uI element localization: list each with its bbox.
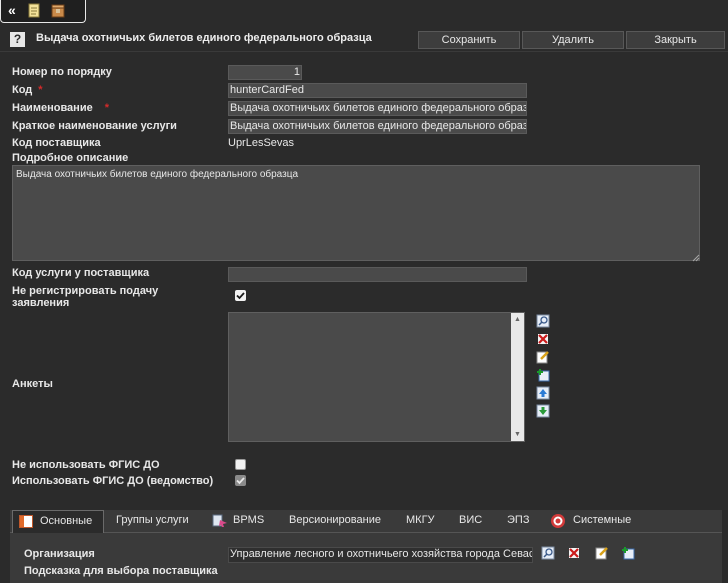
scroll-down-icon[interactable]: ▼ [514, 431, 521, 438]
no-register-label: Не регистрировать подачу заявления [12, 285, 159, 309]
select-magnifier-icon[interactable] [541, 546, 555, 560]
supplier-service-code-field[interactable] [228, 267, 527, 282]
layout-icon [19, 515, 33, 528]
close-button[interactable]: Закрыть [626, 31, 725, 49]
short-name-field[interactable]: Выдача охотничьих билетов единого федера… [228, 119, 527, 134]
toolbar-group: « [0, 0, 86, 23]
description-textarea[interactable]: Выдача охотничьих билетов единого федера… [12, 165, 700, 261]
resize-grip-icon[interactable] [692, 254, 700, 262]
no-fgis-label: Не использовать ФГИС ДО [12, 459, 160, 471]
system-icon [551, 514, 565, 528]
add-icon[interactable] [536, 368, 550, 382]
help-icon[interactable]: ? [10, 32, 25, 47]
organization-field[interactable]: Управление лесного и охотничьего хозяйст… [228, 547, 533, 563]
forms-scrollbar[interactable]: ▲ ▼ [511, 313, 524, 441]
tab-system[interactable]: Системные [550, 510, 640, 532]
forms-list[interactable] [228, 312, 525, 442]
organization-label: Организация [24, 548, 95, 560]
tab-bpms[interactable]: BPMS [212, 510, 274, 532]
package-icon[interactable] [51, 3, 65, 18]
tab-versioning[interactable]: Версионирование [289, 510, 381, 532]
required-marker: * [38, 84, 43, 96]
save-button[interactable]: Сохранить [418, 31, 520, 49]
tab-service-groups[interactable]: Группы услуги [116, 510, 189, 532]
code-field[interactable]: hunterCardFed [228, 83, 527, 98]
required-marker: * [104, 102, 109, 114]
bpms-icon [212, 514, 227, 527]
delete-icon[interactable] [536, 332, 550, 346]
use-fgis-label: Использовать ФГИС ДО (ведомство) [12, 475, 214, 487]
forms-label: Анкеты [12, 378, 53, 390]
page-title: Выдача охотничьих билетов единого федера… [36, 32, 372, 44]
order-field[interactable]: 1 [228, 65, 302, 80]
delete-button[interactable]: Удалить [522, 31, 624, 49]
name-field[interactable]: Выдача охотничьих билетов единого федера… [228, 101, 527, 116]
collapse-button[interactable]: « [8, 2, 16, 18]
use-fgis-checkbox[interactable] [235, 475, 246, 486]
code-label: Код * [12, 84, 43, 96]
scroll-up-icon[interactable]: ▲ [514, 316, 521, 323]
name-label: Наименование * [12, 102, 109, 114]
supplier-service-code-label: Код услуги у поставщика [12, 267, 150, 279]
short-name-label: Краткое наименование услуги [12, 120, 177, 132]
edit-icon[interactable] [536, 350, 550, 364]
no-fgis-checkbox[interactable] [235, 459, 246, 470]
no-register-checkbox[interactable] [235, 290, 246, 301]
delete-icon[interactable] [567, 546, 581, 560]
tab-mkgu[interactable]: МКГУ [406, 510, 435, 532]
supplier-code-value: UprLesSevas [228, 137, 295, 149]
document-icon[interactable] [27, 3, 41, 18]
description-label: Подробное описание [12, 152, 129, 164]
select-magnifier-icon[interactable] [536, 314, 550, 328]
move-down-icon[interactable] [536, 404, 550, 418]
tab-epz[interactable]: ЭПЗ [507, 510, 529, 532]
edit-icon[interactable] [595, 546, 609, 560]
move-up-icon[interactable] [536, 386, 550, 400]
tab-vis[interactable]: ВИС [459, 510, 482, 532]
supplier-code-label: Код поставщика [12, 137, 101, 149]
add-icon[interactable] [621, 546, 635, 560]
tab-main[interactable]: Основные [12, 510, 104, 533]
supplier-hint-label: Подсказка для выбора поставщика [24, 565, 218, 577]
top-toolbar [0, 0, 728, 24]
order-label: Номер по порядку [12, 66, 112, 78]
